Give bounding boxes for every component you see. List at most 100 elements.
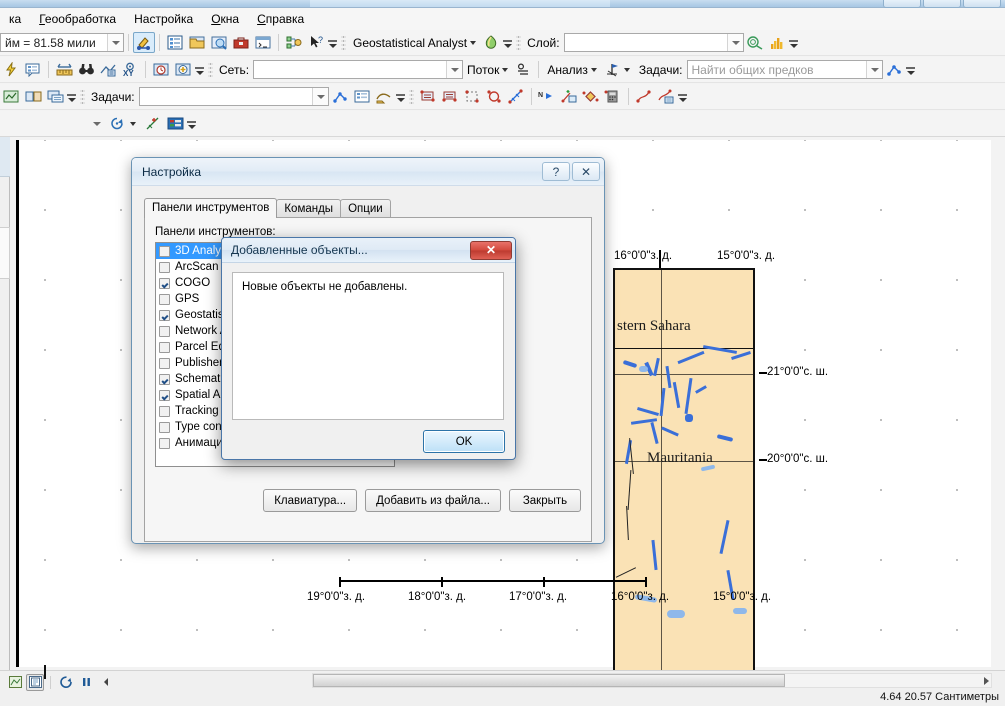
north-flow-icon[interactable]: N <box>536 86 558 107</box>
tab-options[interactable]: Опции <box>340 199 391 218</box>
create-feature-icon[interactable] <box>0 86 22 107</box>
table-of-contents-icon[interactable] <box>164 32 186 53</box>
chevron-down-icon[interactable] <box>865 61 882 78</box>
previous-extent-button[interactable] <box>97 674 115 691</box>
add-from-file-button[interactable]: Добавить из файла... <box>365 489 501 512</box>
network-table-icon[interactable] <box>439 86 461 107</box>
toolbar-overflow-8[interactable] <box>677 88 688 106</box>
network-combo[interactable] <box>253 60 464 79</box>
scale-combo[interactable]: йм = 81.58 мили <box>0 33 124 52</box>
analysis-menu[interactable]: Анализ <box>543 61 601 79</box>
find-binoculars-icon[interactable] <box>75 59 97 80</box>
trace-upstream-icon[interactable] <box>633 86 655 107</box>
added-objects-titlebar[interactable]: Добавленные объекты... ✕ <box>222 238 515 263</box>
geometric-network-edit-icon[interactable] <box>417 86 439 107</box>
tab-commands[interactable]: Команды <box>276 199 342 218</box>
toc-tab[interactable] <box>0 137 10 177</box>
toolbar-grip[interactable] <box>516 33 522 52</box>
checkbox-icon[interactable] <box>159 405 170 417</box>
keyboard-button[interactable]: Клавиатура... <box>263 489 358 512</box>
select-rectangle-icon[interactable] <box>461 86 483 107</box>
checkbox-icon[interactable] <box>159 373 170 385</box>
toolbar-overflow-6[interactable] <box>66 88 77 106</box>
network-solve-icon[interactable] <box>329 86 351 107</box>
data-view-button[interactable] <box>6 674 24 691</box>
menu-item-0[interactable]: ка <box>0 9 30 29</box>
toolbar-overflow-3[interactable] <box>788 34 799 52</box>
pause-drawing-button[interactable] <box>77 674 95 691</box>
flag-tool-icon[interactable] <box>601 59 623 80</box>
add-vertex-icon[interactable] <box>142 113 164 134</box>
time-slider-icon[interactable] <box>150 59 172 80</box>
model-builder-icon[interactable] <box>283 32 305 53</box>
data-frame[interactable]: stern Sahara Mauritania <box>613 268 755 670</box>
measure-ruler-icon[interactable] <box>53 59 75 80</box>
checkbox-icon[interactable] <box>159 261 170 273</box>
barrier-icon[interactable] <box>580 86 602 107</box>
toolbar-overflow-1[interactable] <box>327 34 338 52</box>
checkbox-icon[interactable] <box>159 245 170 257</box>
calculator-icon[interactable] <box>602 86 624 107</box>
layout-view-button[interactable] <box>26 673 44 691</box>
rotate-icon[interactable] <box>106 113 128 134</box>
toc-panel-stub[interactable] <box>0 227 10 279</box>
identify-route-icon[interactable] <box>373 86 395 107</box>
toolbar-grip[interactable] <box>341 33 346 52</box>
python-window-icon[interactable] <box>252 32 274 53</box>
chevron-down-icon[interactable] <box>107 34 123 51</box>
trace-result-table-icon[interactable] <box>655 86 677 107</box>
toolbar-overflow-7[interactable] <box>395 88 406 106</box>
checkbox-icon[interactable] <box>159 389 170 401</box>
menu-item-customize[interactable]: Настройка <box>125 9 202 29</box>
close-icon[interactable]: ✕ <box>572 162 600 181</box>
customize-dialog-titlebar[interactable]: Настройка ? ✕ <box>132 158 604 186</box>
whats-this-help-icon[interactable]: ? <box>305 32 327 53</box>
menu-item-geoprocessing[interactable]: Геообработка <box>30 9 125 29</box>
chevron-down-icon[interactable] <box>311 88 328 105</box>
geostatistical-analyst-menu[interactable]: Geostatistical Analyst <box>349 34 480 52</box>
trace-circle-icon[interactable] <box>483 86 505 107</box>
arctoolbox-icon[interactable] <box>230 32 252 53</box>
toolbar-grip[interactable] <box>408 87 414 106</box>
help-button[interactable]: ? <box>542 162 570 181</box>
maximize-button[interactable] <box>923 0 961 8</box>
toolbar-overflow-4[interactable] <box>194 61 205 79</box>
catalog-window-icon[interactable] <box>186 32 208 53</box>
tab-toolbars[interactable]: Панели инструментов <box>144 198 278 218</box>
checkbox-icon[interactable] <box>159 293 170 305</box>
trace-path-icon[interactable] <box>505 86 527 107</box>
checkbox-icon[interactable] <box>159 421 170 433</box>
flow-menu[interactable]: Поток <box>463 61 512 79</box>
close-button[interactable]: Закрыть <box>509 489 581 512</box>
toolbar-overflow-2[interactable] <box>502 34 513 52</box>
flow-direction-icon[interactable] <box>512 59 534 80</box>
parcel-edit-icon[interactable] <box>22 86 44 107</box>
layer-combo[interactable] <box>563 33 744 52</box>
solve-network-icon[interactable] <box>883 59 905 80</box>
lightning-edit-icon[interactable] <box>0 59 22 80</box>
checkbox-icon[interactable] <box>159 309 170 321</box>
attribute-table-icon[interactable] <box>351 86 373 107</box>
editor-tool-icon[interactable] <box>133 32 155 53</box>
chevron-down-icon[interactable] <box>726 34 743 51</box>
feature-table-icon[interactable] <box>164 113 186 134</box>
checkbox-icon[interactable] <box>159 325 170 337</box>
chevron-down-icon[interactable] <box>623 67 630 72</box>
minimize-button[interactable] <box>883 0 921 8</box>
scroll-right-icon[interactable] <box>984 677 989 685</box>
geostatistical-wizard-icon[interactable] <box>480 32 502 53</box>
search-window-icon[interactable] <box>208 32 230 53</box>
checkbox-icon[interactable] <box>159 341 170 353</box>
menu-item-help[interactable]: Справка <box>248 9 313 29</box>
add-data-icon[interactable] <box>172 59 194 80</box>
add-junction-flag-icon[interactable] <box>558 86 580 107</box>
menu-item-windows[interactable]: Окна <box>202 9 248 29</box>
toolbar-overflow-5[interactable] <box>905 61 916 79</box>
toolbar-grip[interactable] <box>80 87 85 106</box>
go-to-place-icon[interactable] <box>97 59 119 80</box>
tasks-combo-2[interactable]: Найти общих предков <box>686 60 883 79</box>
checkbox-icon[interactable] <box>159 277 170 289</box>
attributes-icon[interactable] <box>22 59 44 80</box>
scrollbar-thumb[interactable] <box>313 674 785 687</box>
parcel-details-icon[interactable] <box>44 86 66 107</box>
